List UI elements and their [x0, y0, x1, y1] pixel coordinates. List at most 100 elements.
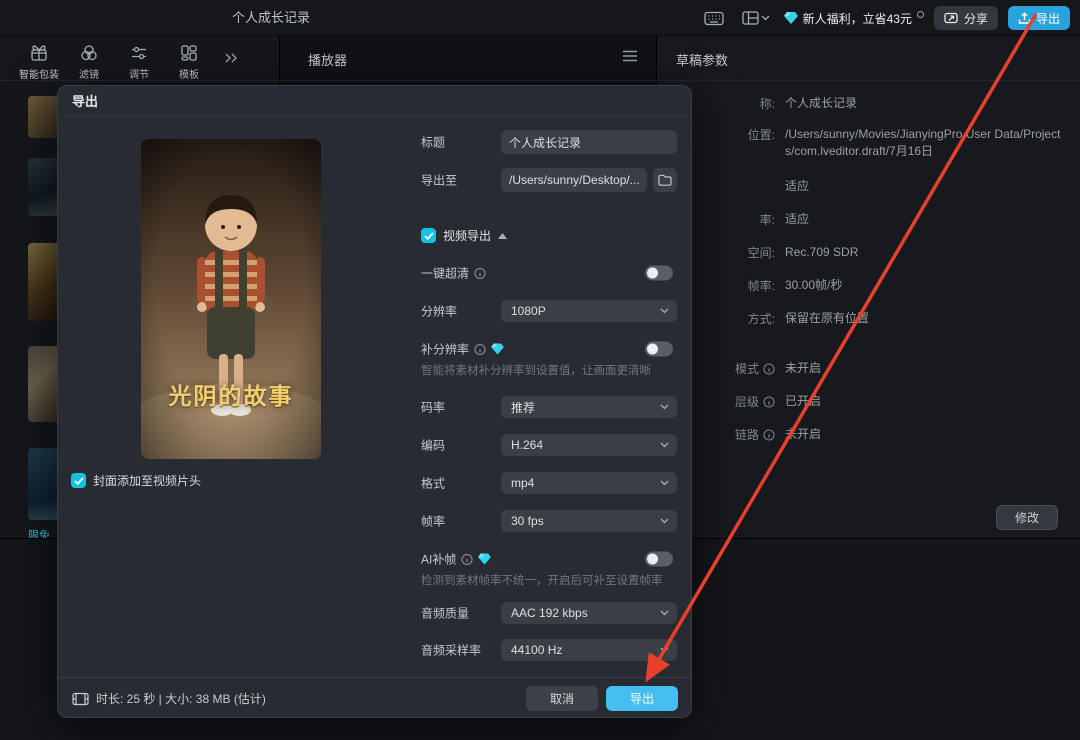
expand-toolbar-button[interactable]	[224, 52, 238, 64]
draft-row-value: 适应	[785, 178, 1067, 195]
info-icon[interactable]	[763, 363, 775, 375]
sample-rate-value: 44100 Hz	[511, 643, 562, 657]
filters-icon	[80, 44, 98, 62]
one-key-hd-row: 一键超清	[421, 265, 677, 281]
project-title: 个人成长记录	[232, 0, 310, 36]
bitrate-value: 推荐	[511, 399, 535, 416]
player-title: 播放器	[308, 50, 347, 69]
keyboard-icon	[704, 11, 724, 26]
share-button[interactable]: 分享	[934, 6, 998, 30]
monitor-icon	[72, 692, 89, 706]
codec-label: 编码	[421, 437, 445, 454]
layout-button[interactable]	[738, 8, 774, 28]
sample-rate-row: 音频采样率 44100 Hz	[421, 639, 677, 661]
export-top-label: 导出	[1036, 10, 1060, 27]
draft-params-body: 称: 个人成长记录 位置: /Users/sunny/Movies/Jianyi…	[657, 80, 1080, 538]
adjust-icon	[130, 44, 148, 62]
ai-frame-label: AI补帧	[421, 551, 491, 568]
titlebar: 个人成长记录 新人福利，立省43元 分享 导出	[0, 0, 1080, 36]
export-icon	[1018, 12, 1031, 25]
tool-filters[interactable]: 滤镜	[64, 38, 114, 81]
tool-templates[interactable]: 模板	[164, 38, 214, 81]
info-icon[interactable]	[474, 343, 486, 355]
chevron-down-icon	[660, 518, 669, 524]
draft-row-value: 保留在原有位置	[785, 310, 1067, 327]
fps-value: 30 fps	[511, 514, 544, 528]
tool-label: 智能包装	[19, 66, 59, 81]
draft-row-label: 率:	[760, 211, 775, 228]
info-icon[interactable]	[461, 553, 473, 565]
cancel-button[interactable]: 取消	[526, 686, 598, 711]
info-icon[interactable]	[474, 267, 486, 279]
info-icon[interactable]	[763, 396, 775, 408]
draft-row-label: 位置:	[748, 126, 775, 143]
sample-rate-select[interactable]: 44100 Hz	[501, 639, 677, 661]
player-menu-button[interactable]	[622, 50, 638, 62]
ai-frame-toggle[interactable]	[645, 552, 673, 567]
collapse-up-icon[interactable]	[498, 233, 507, 239]
title-field-label: 标题	[421, 134, 445, 151]
chevron-down-icon	[660, 442, 669, 448]
codec-select[interactable]: H.264	[501, 434, 677, 456]
ai-frame-hint: 检测到素材帧率不统一，开启后可补至设置帧率	[421, 572, 663, 588]
resolution-label: 分辨率	[421, 303, 457, 320]
double-chevron-icon	[224, 52, 238, 64]
chevron-down-icon	[660, 610, 669, 616]
tool-adjust[interactable]: 调节	[114, 38, 164, 81]
ai-frame-row: AI补帧	[421, 551, 677, 567]
dialog-footer: 时长: 25 秒 | 大小: 38 MB (估计) 取消 导出	[58, 677, 691, 718]
one-key-hd-toggle[interactable]	[645, 266, 673, 281]
cover-to-head-checkbox[interactable]: 封面添加至视频片头	[71, 472, 201, 489]
tool-label: 模板	[179, 66, 199, 81]
export-path-input[interactable]	[501, 168, 647, 192]
smart-pack-icon	[30, 44, 48, 62]
tool-smart-pack[interactable]: 智能包装	[14, 38, 64, 81]
cover-preview: 光阴的故事	[141, 139, 321, 459]
shortcuts-button[interactable]	[700, 8, 728, 29]
format-label: 格式	[421, 475, 445, 492]
export-summary: 时长: 25 秒 | 大小: 38 MB (估计)	[72, 678, 266, 719]
draft-row-value: /Users/sunny/Movies/JianyingPro User Dat…	[785, 126, 1067, 160]
video-export-checkbox[interactable]: 视频导出	[421, 227, 507, 244]
super-res-hint: 智能将素材补分辨率到设置值，让画面更清晰	[421, 362, 651, 378]
resolution-value: 1080P	[511, 304, 546, 318]
audio-quality-value: AAC 192 kbps	[511, 606, 588, 620]
draft-row-label: 方式:	[748, 310, 775, 327]
format-select[interactable]: mp4	[501, 472, 677, 494]
draft-row-value: 未开启	[785, 426, 1067, 443]
dialog-title: 导出	[58, 86, 691, 117]
titlebar-actions: 新人福利，立省43元 分享 导出	[700, 0, 1070, 36]
bitrate-label: 码率	[421, 399, 445, 416]
export-button-top[interactable]: 导出	[1008, 6, 1070, 30]
info-icon[interactable]	[763, 429, 775, 441]
draft-row-label: 帧率:	[748, 277, 775, 294]
draft-row-label: 链路	[735, 426, 759, 443]
browse-folder-button[interactable]	[653, 168, 677, 192]
tool-label: 滤镜	[79, 66, 99, 81]
bitrate-select[interactable]: 推荐	[501, 396, 677, 418]
one-key-hd-label: 一键超清	[421, 265, 486, 282]
templates-icon	[180, 44, 198, 62]
share-icon	[944, 12, 959, 24]
cover-art	[141, 139, 321, 459]
super-res-label: 补分辨率	[421, 341, 504, 358]
title-row: 标题	[421, 130, 677, 154]
share-label: 分享	[964, 10, 988, 27]
fps-select[interactable]: 30 fps	[501, 510, 677, 532]
hamburger-icon	[622, 50, 638, 62]
draft-row-label: 称:	[760, 95, 775, 112]
export-button-dialog[interactable]: 导出	[606, 686, 678, 711]
promo-banner[interactable]: 新人福利，立省43元	[784, 10, 924, 27]
sample-rate-label: 音频采样率	[421, 642, 481, 659]
audio-quality-select[interactable]: AAC 192 kbps	[501, 602, 677, 624]
title-input[interactable]	[501, 130, 677, 154]
modify-button[interactable]: 修改	[996, 505, 1058, 530]
super-res-toggle[interactable]	[645, 342, 673, 357]
diamond-icon	[784, 12, 798, 24]
draft-row-label: 模式	[735, 360, 759, 377]
chevron-down-icon	[660, 647, 669, 653]
vip-diamond-icon	[491, 344, 504, 355]
resolution-select[interactable]: 1080P	[501, 300, 677, 322]
draft-row-value: 已开启	[785, 393, 1067, 410]
super-res-row: 补分辨率	[421, 341, 677, 357]
